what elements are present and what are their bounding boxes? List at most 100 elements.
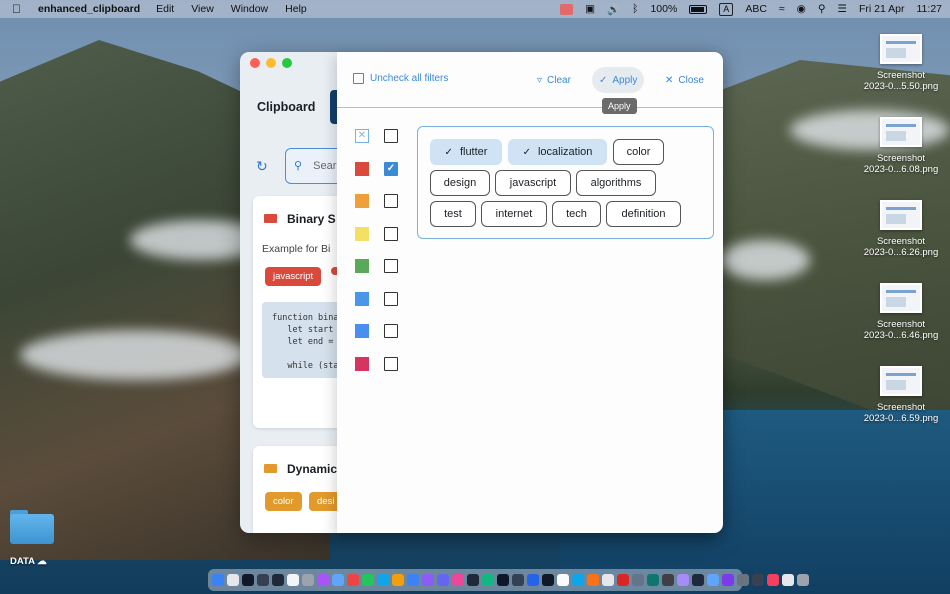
dock-app-icon[interactable] <box>422 574 434 586</box>
color-filter-none[interactable]: ✕ <box>355 126 415 146</box>
dock-app-icon[interactable] <box>287 574 299 586</box>
desktop-file[interactable]: Screenshot 2023-0...6.08.png <box>856 117 946 175</box>
control-center-icon[interactable]: ☰ <box>838 3 847 15</box>
desktop-file[interactable]: Screenshot 2023-0...6.46.png <box>856 283 946 341</box>
close-button[interactable]: ✕ Close <box>658 67 711 93</box>
tag-chip-definition[interactable]: definition <box>606 201 681 227</box>
dock-app-icon[interactable] <box>212 574 224 586</box>
dock-app-icon[interactable] <box>452 574 464 586</box>
dock-app-icon[interactable] <box>257 574 269 586</box>
color-filter-red[interactable]: ✓ <box>355 159 415 179</box>
dock-app-icon[interactable] <box>332 574 344 586</box>
dock-app-icon[interactable] <box>677 574 689 586</box>
dock-app-icon[interactable] <box>647 574 659 586</box>
apply-button[interactable]: ✓ Apply <box>592 67 645 93</box>
tag-chip-localization[interactable]: ✓ localization <box>508 139 607 165</box>
search-input[interactable]: ⚲ Sear <box>285 148 345 184</box>
tag-chip-algorithms[interactable]: algorithms <box>576 170 656 196</box>
tag-chip-color[interactable]: color <box>613 139 664 165</box>
date-label[interactable]: Fri 21 Apr <box>859 3 905 15</box>
battery-icon[interactable] <box>689 4 708 14</box>
apple-menu-icon[interactable]:  <box>12 2 26 16</box>
color-checkbox[interactable] <box>384 357 398 371</box>
app-status-icon[interactable] <box>560 3 574 15</box>
color-checkbox[interactable] <box>384 129 398 143</box>
app-menu-name[interactable]: enhanced_clipboard <box>38 3 140 15</box>
window-close-button[interactable] <box>250 58 260 68</box>
dock-app-icon[interactable] <box>782 574 794 586</box>
clip-card[interactable]: Dynamic color desi <box>253 446 343 533</box>
color-checkbox[interactable] <box>384 324 398 338</box>
refresh-icon[interactable]: ↻ <box>256 158 268 175</box>
dock-app-icon[interactable] <box>557 574 569 586</box>
color-filter-light-blue[interactable] <box>355 289 415 309</box>
dock-app-icon[interactable] <box>362 574 374 586</box>
dock-app-icon[interactable] <box>572 574 584 586</box>
card-tag-chip[interactable]: color <box>265 492 302 511</box>
color-filter-yellow[interactable] <box>355 224 415 244</box>
dock-app-icon[interactable] <box>227 574 239 586</box>
desktop-file[interactable]: Screenshot 2023-0...6.59.png <box>856 366 946 424</box>
dock-app-icon[interactable] <box>767 574 779 586</box>
wifi-icon[interactable]: ≈ <box>779 3 785 15</box>
dock-app-icon[interactable] <box>542 574 554 586</box>
dock-app-icon[interactable] <box>707 574 719 586</box>
desktop-file[interactable]: Screenshot 2023-0...6.26.png <box>856 200 946 258</box>
color-checkbox[interactable] <box>384 227 398 241</box>
tag-chip-javascript[interactable]: javascript <box>495 170 571 196</box>
spotlight-icon[interactable]: ⚲ <box>818 3 826 15</box>
window-minimize-button[interactable] <box>266 58 276 68</box>
dock-app-icon[interactable] <box>482 574 494 586</box>
user-icon[interactable]: ◉ <box>797 3 806 15</box>
clear-button[interactable]: ▿ Clear <box>530 67 578 93</box>
dock-app-icon[interactable] <box>392 574 404 586</box>
dock-app-icon[interactable] <box>527 574 539 586</box>
color-checkbox[interactable] <box>384 194 398 208</box>
dock-app-icon[interactable] <box>617 574 629 586</box>
tag-chip-design[interactable]: design <box>430 170 490 196</box>
dock-app-icon[interactable] <box>692 574 704 586</box>
dock-app-icon[interactable] <box>632 574 644 586</box>
dock-app-icon[interactable] <box>737 574 749 586</box>
dock-app-icon[interactable] <box>587 574 599 586</box>
tag-chip-flutter[interactable]: ✓ flutter <box>430 139 502 165</box>
dock-app-icon[interactable] <box>497 574 509 586</box>
desktop-file[interactable]: Screenshot 2023-0...5.50.png <box>856 34 946 92</box>
dock-app-icon[interactable] <box>347 574 359 586</box>
input-source-icon[interactable]: A <box>719 2 734 16</box>
color-checkbox[interactable] <box>384 259 398 273</box>
drive-label[interactable]: DATA ☁ <box>10 556 47 567</box>
color-checkbox[interactable]: ✓ <box>384 162 398 176</box>
dock-app-icon[interactable] <box>722 574 734 586</box>
card-tag-chip[interactable]: javascript <box>265 267 322 286</box>
tag-chip-tech[interactable]: tech <box>552 201 601 227</box>
dock-app-icon[interactable] <box>602 574 614 586</box>
dock-app-icon[interactable] <box>272 574 284 586</box>
color-checkbox[interactable] <box>384 292 398 306</box>
dock-app-icon[interactable] <box>662 574 674 586</box>
dock-app-icon[interactable] <box>797 574 809 586</box>
dock-app-icon[interactable] <box>467 574 479 586</box>
color-filter-pink[interactable] <box>355 354 415 374</box>
uncheck-all-filters-button[interactable]: Uncheck all filters <box>353 73 448 84</box>
drive-folder-icon[interactable] <box>8 508 54 546</box>
volume-icon[interactable]: 🔊 <box>607 3 620 16</box>
window-zoom-button[interactable] <box>282 58 292 68</box>
dock-app-icon[interactable] <box>242 574 254 586</box>
menu-help[interactable]: Help <box>285 3 307 15</box>
gpu-icon[interactable]: ▣ <box>585 3 595 15</box>
dock-app-icon[interactable] <box>437 574 449 586</box>
menu-edit[interactable]: Edit <box>156 3 174 15</box>
menu-view[interactable]: View <box>191 3 214 15</box>
dock-app-icon[interactable] <box>752 574 764 586</box>
tag-chip-test[interactable]: test <box>430 201 476 227</box>
dock-app-icon[interactable] <box>302 574 314 586</box>
dock-app-icon[interactable] <box>317 574 329 586</box>
dock-app-icon[interactable] <box>407 574 419 586</box>
menu-window[interactable]: Window <box>231 3 268 15</box>
bluetooth-icon[interactable]: ᛒ <box>632 3 638 15</box>
dock-app-icon[interactable] <box>512 574 524 586</box>
color-filter-blue[interactable] <box>355 321 415 341</box>
tag-chip-internet[interactable]: internet <box>481 201 547 227</box>
color-filter-orange[interactable] <box>355 191 415 211</box>
